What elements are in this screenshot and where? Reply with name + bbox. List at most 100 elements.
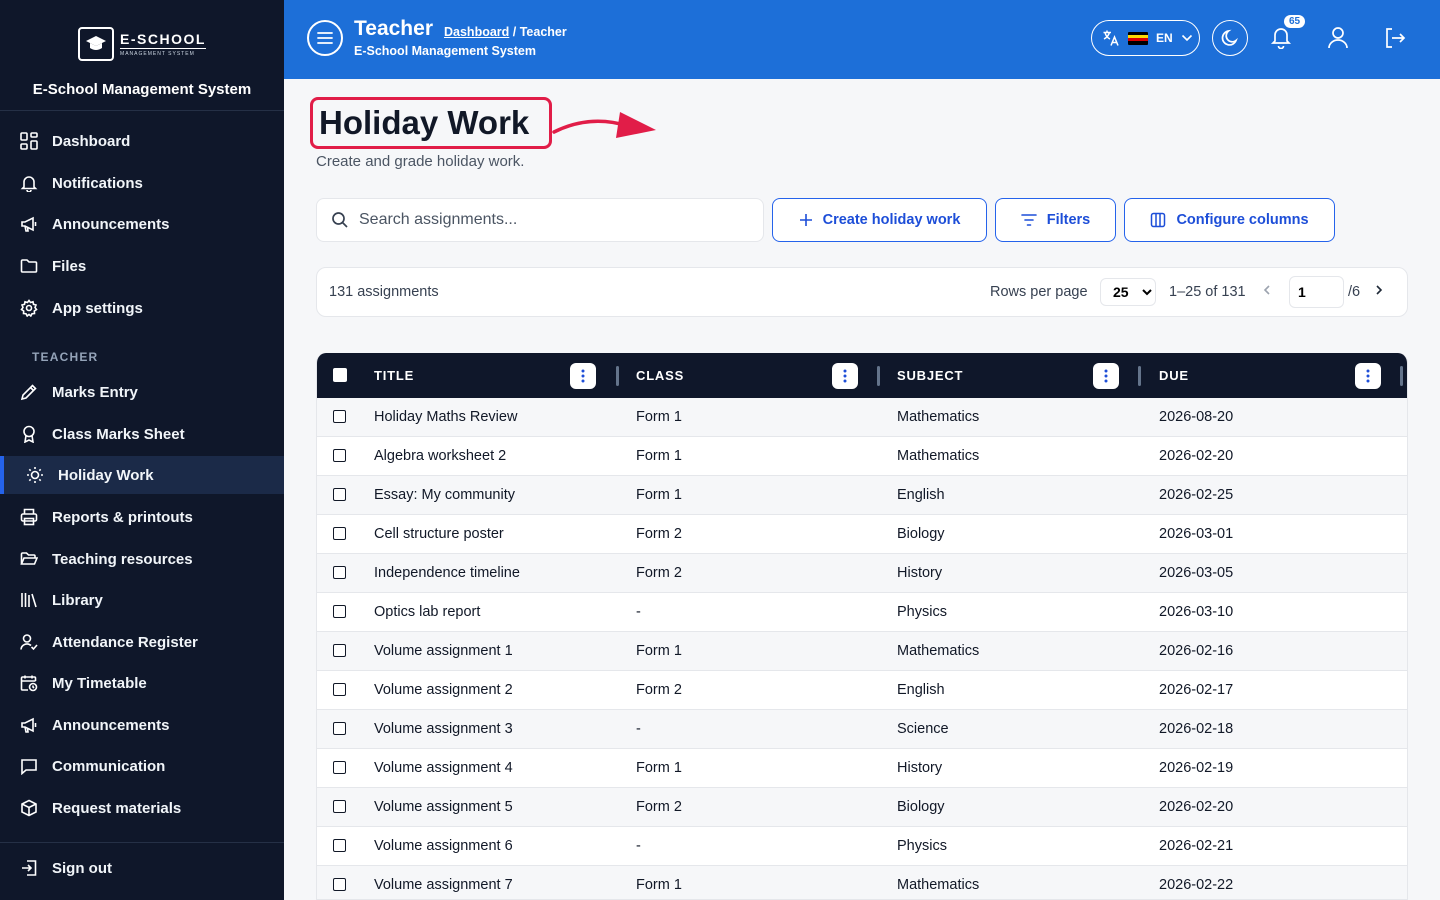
breadcrumb-current: Teacher (519, 25, 567, 39)
sidebar-item-request-materials[interactable]: Request materials (0, 789, 284, 827)
sidebar-item-my-timetable[interactable]: My Timetable (0, 664, 284, 702)
table-row[interactable]: Essay: My community Form 1 English 2026-02-… (317, 476, 1407, 515)
more-vertical-icon (581, 369, 585, 383)
sun-icon (27, 467, 43, 483)
row-checkbox[interactable] (333, 761, 346, 774)
sidebar-item-label: Files (52, 257, 87, 275)
table-row[interactable]: Volume assignment 3 - Science 2026-02-18 (317, 710, 1407, 749)
library-icon (21, 593, 37, 608)
table-row[interactable]: Volume assignment 5 Form 2 Biology 2026-02-… (317, 788, 1407, 827)
chevron-left-icon (1263, 285, 1270, 295)
table-row[interactable]: Cell structure poster Form 2 Biology 2026-0… (317, 515, 1407, 554)
page-number-input[interactable] (1289, 276, 1344, 308)
column-resize-handle[interactable] (1138, 366, 1141, 386)
sidebar-item-reports-printouts[interactable]: Reports & printouts (0, 498, 284, 536)
row-checkbox[interactable] (333, 722, 346, 735)
sidebar-item-teaching-resources[interactable]: Teaching resources (0, 540, 284, 578)
row-checkbox[interactable] (333, 527, 346, 540)
notifications-button[interactable] (1270, 25, 1292, 54)
row-checkbox[interactable] (333, 683, 346, 696)
create-holiday-work-button[interactable]: Create holiday work (772, 198, 987, 242)
logout-icon (1386, 28, 1406, 48)
column-resize-handle[interactable] (616, 366, 619, 386)
table-row[interactable]: Optics lab report - Physics 2026-03-10 (317, 593, 1407, 632)
bell-icon (1270, 28, 1292, 50)
table-row[interactable]: Volume assignment 7 Form 1 Mathematics 2026… (317, 866, 1407, 899)
cell-subject: History (897, 565, 943, 581)
row-checkbox[interactable] (333, 566, 346, 579)
logo[interactable]: E-SCHOOL MANAGEMENT SYSTEM (78, 27, 206, 61)
filters-button-label: Filters (1046, 212, 1091, 228)
table-row[interactable]: Algebra worksheet 2 Form 1 Mathematics 2026… (317, 437, 1407, 476)
sidebar-item-announcements[interactable]: Announcements (0, 205, 284, 243)
sidebar-item-dashboard[interactable]: Dashboard (0, 122, 284, 160)
pagination-toolbar: 131 assignments Rows per page 25 1–25 of… (316, 267, 1408, 317)
cell-due: 2026-02-25 (1159, 487, 1234, 503)
sidebar-item-library[interactable]: Library (0, 581, 284, 619)
row-checkbox[interactable] (333, 449, 346, 462)
row-checkbox[interactable] (333, 878, 346, 891)
cell-subject: Biology (897, 526, 945, 542)
sign-out-button[interactable]: Sign out (0, 849, 284, 887)
theme-toggle-button[interactable] (1212, 20, 1248, 56)
sidebar-item-label: Request materials (52, 799, 182, 817)
column-header-subject[interactable]: SUBJECT (897, 353, 963, 398)
sidebar-item-communication[interactable]: Communication (0, 747, 284, 785)
row-checkbox[interactable] (333, 839, 346, 852)
profile-button[interactable] (1327, 26, 1349, 55)
page-title: Holiday Work (310, 97, 553, 149)
row-checkbox[interactable] (333, 605, 346, 618)
breadcrumb-link-dashboard[interactable]: Dashboard (444, 25, 509, 39)
row-checkbox[interactable] (333, 800, 346, 813)
table-row[interactable]: Holiday Maths Review Form 1 Mathematics 202… (317, 398, 1407, 437)
logout-button[interactable] (1383, 26, 1407, 55)
cell-class: - (636, 838, 641, 854)
column-menu-button[interactable] (1093, 363, 1119, 389)
table-row[interactable]: Independence timeline Form 2 History 2026-0… (317, 554, 1407, 593)
language-code: EN (1156, 31, 1173, 45)
language-selector[interactable]: EN (1091, 20, 1200, 56)
sidebar-item-app-settings[interactable]: App settings (0, 289, 284, 327)
column-header-class[interactable]: CLASS (636, 353, 684, 398)
rows-per-page-select[interactable]: 25 (1100, 278, 1156, 306)
sidebar-item-marks-entry[interactable]: Marks Entry (0, 373, 284, 411)
menu-toggle-button[interactable] (307, 20, 343, 56)
previous-page-button[interactable] (1263, 284, 1271, 300)
filters-button[interactable]: Filters (995, 198, 1116, 242)
row-checkbox[interactable] (333, 410, 346, 423)
table-row[interactable]: Volume assignment 1 Form 1 Mathematics 2026… (317, 632, 1407, 671)
cell-subject: Mathematics (897, 643, 980, 659)
table-row[interactable]: Volume assignment 6 - Physics 2026-02-21 (317, 827, 1407, 866)
column-menu-button[interactable] (570, 363, 596, 389)
search-input[interactable] (359, 211, 739, 229)
next-page-button[interactable] (1375, 284, 1383, 300)
column-menu-button[interactable] (1355, 363, 1381, 389)
translate-icon (1103, 30, 1119, 46)
cell-due: 2026-02-20 (1159, 448, 1234, 464)
sidebar-item-attendance-register[interactable]: Attendance Register (0, 623, 284, 661)
sidebar-item-label: Library (52, 591, 103, 609)
table-row[interactable]: Volume assignment 4 Form 1 History 2026-02-… (317, 749, 1407, 788)
sidebar-item-holiday-work[interactable]: Holiday Work (0, 456, 284, 494)
breadcrumb: Dashboard / Teacher (444, 25, 567, 39)
row-checkbox[interactable] (333, 644, 346, 657)
cell-title: Volume assignment 2 (374, 682, 513, 698)
column-resize-handle[interactable] (1400, 366, 1403, 386)
sidebar-item-notifications[interactable]: Notifications (0, 164, 284, 202)
more-vertical-icon (843, 369, 847, 383)
sidebar-item-class-marks-sheet[interactable]: Class Marks Sheet (0, 415, 284, 453)
cell-title: Volume assignment 7 (374, 877, 513, 893)
column-header-due[interactable]: DUE (1159, 353, 1189, 398)
sidebar-item-files[interactable]: Files (0, 247, 284, 285)
row-checkbox[interactable] (333, 488, 346, 501)
calendar-clock-icon (20, 675, 38, 692)
column-menu-button[interactable] (832, 363, 858, 389)
cell-subject: English (897, 682, 945, 698)
table-row[interactable]: Volume assignment 2 Form 2 English 2026-02-… (317, 671, 1407, 710)
configure-columns-button[interactable]: Configure columns (1124, 198, 1335, 242)
sidebar-item-label: Communication (52, 757, 166, 775)
sidebar-item-announcements-teacher[interactable]: Announcements (0, 706, 284, 744)
column-header-title[interactable]: TITLE (374, 353, 414, 398)
column-resize-handle[interactable] (877, 366, 880, 386)
select-all-checkbox[interactable] (333, 368, 347, 382)
